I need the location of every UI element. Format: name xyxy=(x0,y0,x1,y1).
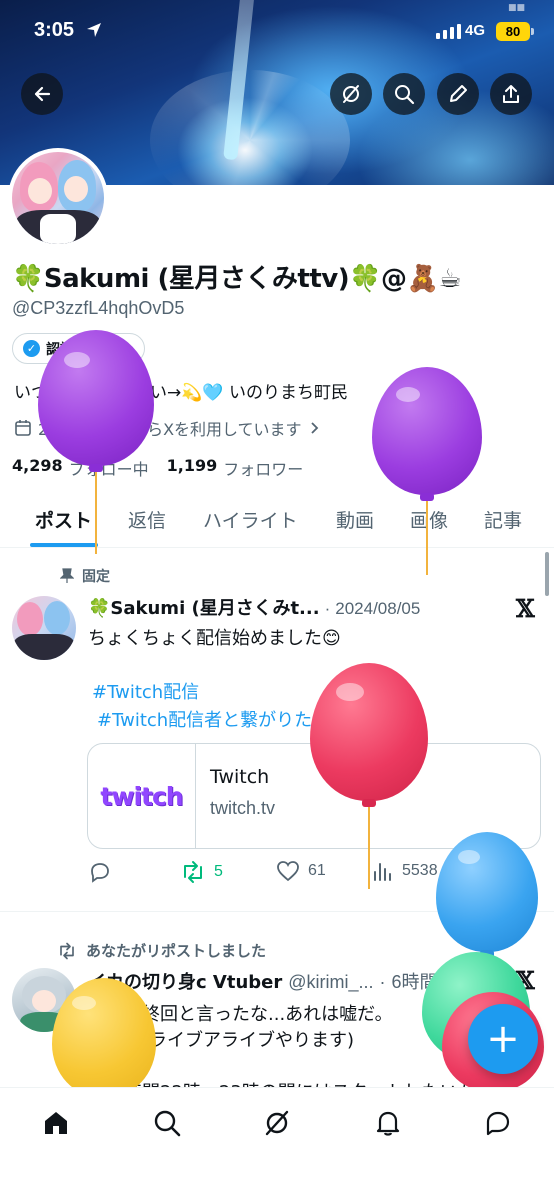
follow-stats: 4,298 フォロー中 1,199 フォロワー xyxy=(12,456,303,480)
share-button[interactable] xyxy=(490,73,532,115)
following-count[interactable]: 4,298 xyxy=(12,456,63,480)
status-time: 3:05 xyxy=(34,19,75,41)
compose-post-button[interactable]: + xyxy=(468,1004,538,1074)
nav-notifications[interactable] xyxy=(371,1106,405,1140)
tab-highlights[interactable]: ハイライト xyxy=(203,506,298,533)
twitch-logo-text: twitch xyxy=(100,781,183,811)
post-author-name[interactable]: 🍀Sakumi (星月さくみt... xyxy=(88,594,320,620)
nav-search[interactable] xyxy=(150,1106,184,1140)
active-tab-indicator xyxy=(30,543,98,547)
corner-watermark-icon: ■■ xyxy=(508,3,526,13)
pencil-icon xyxy=(450,85,467,102)
profile-tabs: ポスト 返信 ハイライト 動画 画像 記事 xyxy=(0,492,554,548)
tab-replies[interactable]: 返信 xyxy=(128,506,166,533)
views-chart-icon xyxy=(374,863,391,881)
retweet-icon xyxy=(60,942,74,959)
nav-home[interactable] xyxy=(39,1106,73,1140)
views-button[interactable]: 5538 xyxy=(372,860,438,882)
nav-grok[interactable] xyxy=(260,1106,294,1140)
followers-count[interactable]: 1,199 xyxy=(167,456,218,480)
retweet-icon xyxy=(184,861,202,883)
tab-media[interactable]: 画像 xyxy=(410,506,448,533)
post-header: イカの切り身c Vtuber @kirimi_... · 6時間 xyxy=(88,968,438,994)
followers-label[interactable]: フォロワー xyxy=(223,456,303,480)
chat-bubble-icon xyxy=(486,1111,510,1136)
post-header: 🍀Sakumi (星月さくみt... · 2024/08/05 xyxy=(88,594,420,620)
post-text: ちょくちょく配信始めました😊 xyxy=(88,628,341,649)
profile-handle: @CP3zzfL4hqhOvD5 xyxy=(12,298,185,318)
hashtag-link[interactable]: #Twitch配信 xyxy=(92,678,199,704)
status-bar: 3:05 ■■ 4G 80 xyxy=(0,0,554,64)
pinned-indicator: 固定 xyxy=(60,566,110,586)
bottom-navigation xyxy=(0,1087,554,1199)
search-icon xyxy=(395,85,415,105)
avatar-image xyxy=(12,152,104,244)
like-count: 61 xyxy=(308,862,326,879)
reply-icon xyxy=(91,863,109,883)
slash-circle-icon xyxy=(265,1110,289,1136)
twitch-logo-icon: twitch xyxy=(88,744,196,848)
battery-tip-icon xyxy=(531,28,534,35)
post-author-avatar[interactable] xyxy=(12,596,76,660)
grok-button[interactable] xyxy=(330,73,372,115)
tab-posts[interactable]: ポスト xyxy=(35,506,92,533)
card-title: Twitch xyxy=(210,766,270,788)
hashtag-link[interactable]: #Twitch配信者と繋がりたい xyxy=(97,706,330,732)
share-icon xyxy=(503,85,519,103)
nav-messages[interactable] xyxy=(481,1106,515,1140)
post-separator: · xyxy=(324,599,331,618)
post-separator: · xyxy=(379,972,386,992)
edit-button[interactable] xyxy=(437,73,479,115)
post-date[interactable]: 2024/08/05 xyxy=(335,599,420,619)
network-type: 4G xyxy=(465,22,486,39)
repost-label: あなたがリポストしました xyxy=(86,942,267,960)
chevron-right-icon xyxy=(310,422,318,434)
bell-icon xyxy=(376,1111,400,1136)
slash-circle-icon xyxy=(343,85,359,103)
search-button[interactable] xyxy=(383,73,425,115)
arrow-left-icon xyxy=(34,86,51,102)
calendar-icon xyxy=(15,420,31,436)
reply-button[interactable] xyxy=(88,860,112,884)
plus-icon: + xyxy=(486,1016,520,1062)
x-logo-icon: 𝕏 xyxy=(516,594,535,623)
tab-articles[interactable]: 記事 xyxy=(484,506,522,533)
scrollbar[interactable] xyxy=(545,552,549,596)
search-icon xyxy=(154,1110,181,1137)
tab-videos[interactable]: 動画 xyxy=(336,506,374,533)
profile-avatar[interactable] xyxy=(8,148,108,248)
card-domain: twitch.tv xyxy=(210,798,276,818)
views-count: 5538 xyxy=(402,862,438,879)
location-arrow-icon xyxy=(86,22,102,42)
pinned-label: 固定 xyxy=(82,569,110,585)
pin-icon xyxy=(60,568,74,583)
post-author-handle[interactable]: @kirimi_... xyxy=(288,972,373,993)
verified-badge-icon: ✓ xyxy=(23,340,40,357)
retweet-count: 5 xyxy=(214,863,223,880)
signal-icon xyxy=(436,24,461,39)
back-button[interactable] xyxy=(21,73,63,115)
home-icon xyxy=(45,1112,67,1134)
repost-indicator: あなたがリポストしました xyxy=(56,940,266,961)
heart-icon xyxy=(277,861,299,882)
profile-display-name: 🍀Sakumi (星月さくみttv)🍀@🧸☕ xyxy=(12,264,462,294)
battery-level: 80 xyxy=(496,22,530,41)
retweet-button[interactable]: 5 xyxy=(180,860,223,884)
like-button[interactable]: 61 xyxy=(276,860,326,882)
banner-light-rays xyxy=(150,70,350,185)
